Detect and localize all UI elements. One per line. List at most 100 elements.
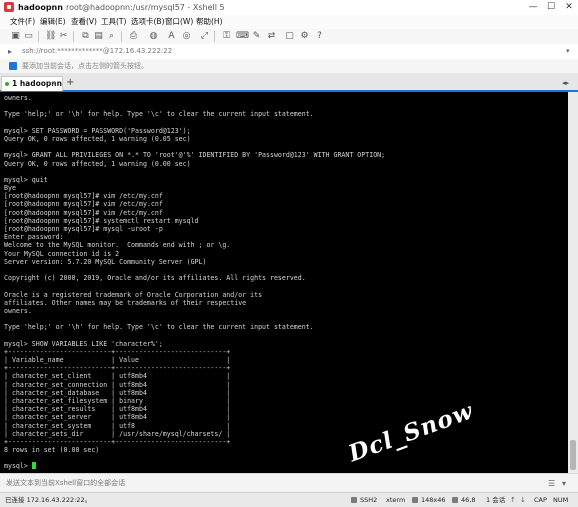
tab-session[interactable]: 1 hadoopnn ✕ bbox=[1, 76, 63, 91]
terminal-line: | Variable_name | Value | bbox=[4, 356, 231, 364]
toolbar-separator bbox=[121, 31, 122, 42]
terminal-line: mysql> SET PASSWORD = PASSWORD('Password… bbox=[4, 126, 191, 135]
terminal-prompt: mysql> bbox=[4, 462, 32, 471]
toolbar: ▣ ▭ ⛓ ✂ ⧉ ▤ ⌕ ⎙ ◍ A ◎ ⤢ ⚿ ⌨ ✎ ⇄ ▢ ⚙ ? bbox=[0, 29, 578, 45]
menu-file[interactable]: 文件(F) bbox=[10, 15, 35, 29]
window-title: root@hadoopnn:/usr/mysql57 - Xshell 5 bbox=[66, 3, 225, 12]
status-terminal: xterm bbox=[386, 496, 406, 504]
disconnect-icon[interactable]: ✂ bbox=[58, 31, 69, 42]
resize-icon bbox=[412, 497, 418, 503]
terminal-line: owners. bbox=[4, 306, 32, 315]
terminal-line: 8 rows in set (0.00 sec) bbox=[4, 446, 100, 455]
copy-icon[interactable]: ⧉ bbox=[80, 31, 91, 42]
terminal-line: | character_set_server | utf8mb4 | bbox=[4, 413, 231, 422]
find-icon[interactable]: ⌕ bbox=[106, 31, 117, 42]
terminal-line: Server version: 5.7.20 MySQL Community S… bbox=[4, 257, 207, 266]
terminal-line: Bye bbox=[4, 184, 16, 193]
menu-tools[interactable]: 工具(T) bbox=[101, 15, 126, 29]
address-arrow-icon[interactable]: ▸ bbox=[8, 44, 12, 59]
terminal-line: [root@hadoopnn mysql57]# vim /etc/my.cnf bbox=[4, 208, 163, 217]
maximize-button[interactable]: ☐ bbox=[542, 0, 560, 15]
tab-bar: 1 hadoopnn ✕ + ◂▸ bbox=[0, 73, 578, 92]
new-session-icon[interactable]: ▣ bbox=[10, 31, 21, 42]
toolbar-separator bbox=[214, 31, 215, 42]
compose-input[interactable]: 发送文本到当前Xshell窗口的全部会话 bbox=[6, 474, 125, 493]
terminal-line: Copyright (c) 2000, 2019, Oracle and/or … bbox=[4, 274, 306, 283]
terminal-line: | character_set_client | utf8mb4 | bbox=[4, 372, 231, 381]
lock-icon bbox=[351, 497, 357, 503]
menu-icon[interactable]: ☰ bbox=[548, 474, 555, 493]
terminal-line: +--------------------------+------------… bbox=[4, 347, 231, 356]
color-icon[interactable]: ◍ bbox=[148, 31, 159, 42]
paste-icon[interactable]: ▤ bbox=[93, 31, 104, 42]
terminal-line: [root@hadoopnn mysql57]# mysql -uroot -p bbox=[4, 225, 163, 233]
cursor-position-icon bbox=[452, 497, 458, 503]
print-icon[interactable]: ⎙ bbox=[128, 31, 139, 42]
terminal-scrollbar[interactable] bbox=[568, 92, 578, 473]
transfer-icon[interactable]: ⇄ bbox=[266, 31, 277, 42]
tab-nav-arrows-icon[interactable]: ◂▸ bbox=[562, 76, 569, 90]
menu-view[interactable]: 查看(V) bbox=[71, 15, 97, 29]
terminal-line: Query OK, 0 rows affected, 1 warning (0.… bbox=[4, 159, 191, 168]
terminal-line: | character_sets_dir | /usr/share/mysql/… bbox=[4, 429, 231, 438]
close-button[interactable]: ✕ bbox=[560, 0, 578, 15]
open-folder-icon[interactable]: ▭ bbox=[23, 31, 34, 42]
menu-help[interactable]: 帮助(H) bbox=[196, 15, 223, 29]
font-icon[interactable]: A bbox=[166, 31, 177, 42]
chevron-down-icon[interactable]: ▾ bbox=[566, 44, 570, 59]
title-bar: hadoopnn root@hadoopnn:/usr/mysql57 - Xs… bbox=[0, 0, 578, 16]
arrow-down-icon: ↓ bbox=[520, 496, 526, 504]
terminal-line: mysql> quit bbox=[4, 175, 48, 184]
terminal-line: Query OK, 0 rows affected, 1 warning (0.… bbox=[4, 134, 191, 143]
menu-bar: 文件(F) 编辑(E) 查看(V) 工具(T) 选项卡(B) 窗口(W) 帮助(… bbox=[0, 15, 578, 30]
terminal-line: Type 'help;' or '\h' for help. Type '\c'… bbox=[4, 110, 314, 119]
status-caps: CAP bbox=[534, 496, 547, 504]
terminal-line: mysql> GRANT ALL PRIVILEGES ON *.* TO 'r… bbox=[4, 151, 386, 160]
status-connection: 已连接 172.16.43.222:22。 bbox=[5, 496, 92, 504]
status-num: NUM bbox=[553, 496, 569, 504]
terminal-line: Oracle is a registered trademark of Orac… bbox=[4, 290, 263, 299]
plus-icon[interactable]: + bbox=[66, 76, 74, 90]
minimize-button[interactable]: — bbox=[524, 0, 542, 15]
tools-icon[interactable]: ⚙ bbox=[299, 31, 310, 42]
status-size: 148x46 bbox=[421, 496, 446, 504]
globe-icon[interactable]: ◎ bbox=[181, 31, 192, 42]
link-icon[interactable]: ⛓ bbox=[45, 31, 56, 42]
terminal-line: owners. bbox=[4, 94, 32, 102]
compose-icon[interactable]: ✎ bbox=[251, 31, 262, 42]
terminal-line: Your MySQL connection id is 2 bbox=[4, 249, 120, 258]
chevron-down-icon[interactable]: ▾ bbox=[562, 474, 566, 493]
menu-window[interactable]: 窗口(W) bbox=[165, 15, 193, 29]
keyboard-icon[interactable]: ⌨ bbox=[236, 31, 249, 42]
terminal-line: +--------------------------+------------… bbox=[4, 364, 231, 373]
terminal-line: Type 'help;' or '\h' for help. Type '\c'… bbox=[4, 323, 314, 332]
lock-icon[interactable]: ⚿ bbox=[221, 31, 232, 42]
hint-text: 要添加当前会话，点击左侧的箭头按钮。 bbox=[22, 62, 148, 70]
terminal-line: Enter password: bbox=[4, 233, 64, 242]
address-field[interactable]: ssh://root:*************@172.16.43.222:2… bbox=[22, 44, 172, 59]
status-protocol: SSH2 bbox=[360, 496, 378, 504]
address-bar: ▸ ssh://root:*************@172.16.43.222… bbox=[0, 44, 578, 60]
close-icon[interactable]: ✕ bbox=[51, 77, 57, 91]
help-icon[interactable]: ? bbox=[314, 31, 325, 42]
scrollbar-thumb[interactable] bbox=[570, 440, 576, 470]
menu-tabs[interactable]: 选项卡(B) bbox=[131, 15, 165, 29]
app-icon bbox=[4, 2, 14, 12]
arrow-up-icon: ↑ bbox=[510, 496, 516, 504]
terminal-line: [root@hadoopnn mysql57]# systemctl resta… bbox=[4, 216, 199, 225]
terminal-cursor bbox=[31, 462, 36, 470]
toolbar-separator bbox=[73, 31, 74, 42]
fullscreen-icon[interactable]: ⤢ bbox=[199, 31, 210, 42]
terminal-line: +--------------------------+------------… bbox=[4, 437, 231, 446]
chat-icon[interactable]: ▢ bbox=[284, 31, 295, 42]
terminal-line: | character_set_system | utf8 | bbox=[4, 421, 231, 430]
terminal-line: | character_set_connection | utf8mb4 | bbox=[4, 380, 231, 389]
menu-edit[interactable]: 编辑(E) bbox=[40, 15, 66, 29]
terminal-output: owners. Type 'help;' or '\h' for help. Ty… bbox=[4, 94, 385, 471]
terminal[interactable]: owners. Type 'help;' or '\h' for help. Ty… bbox=[0, 92, 568, 473]
